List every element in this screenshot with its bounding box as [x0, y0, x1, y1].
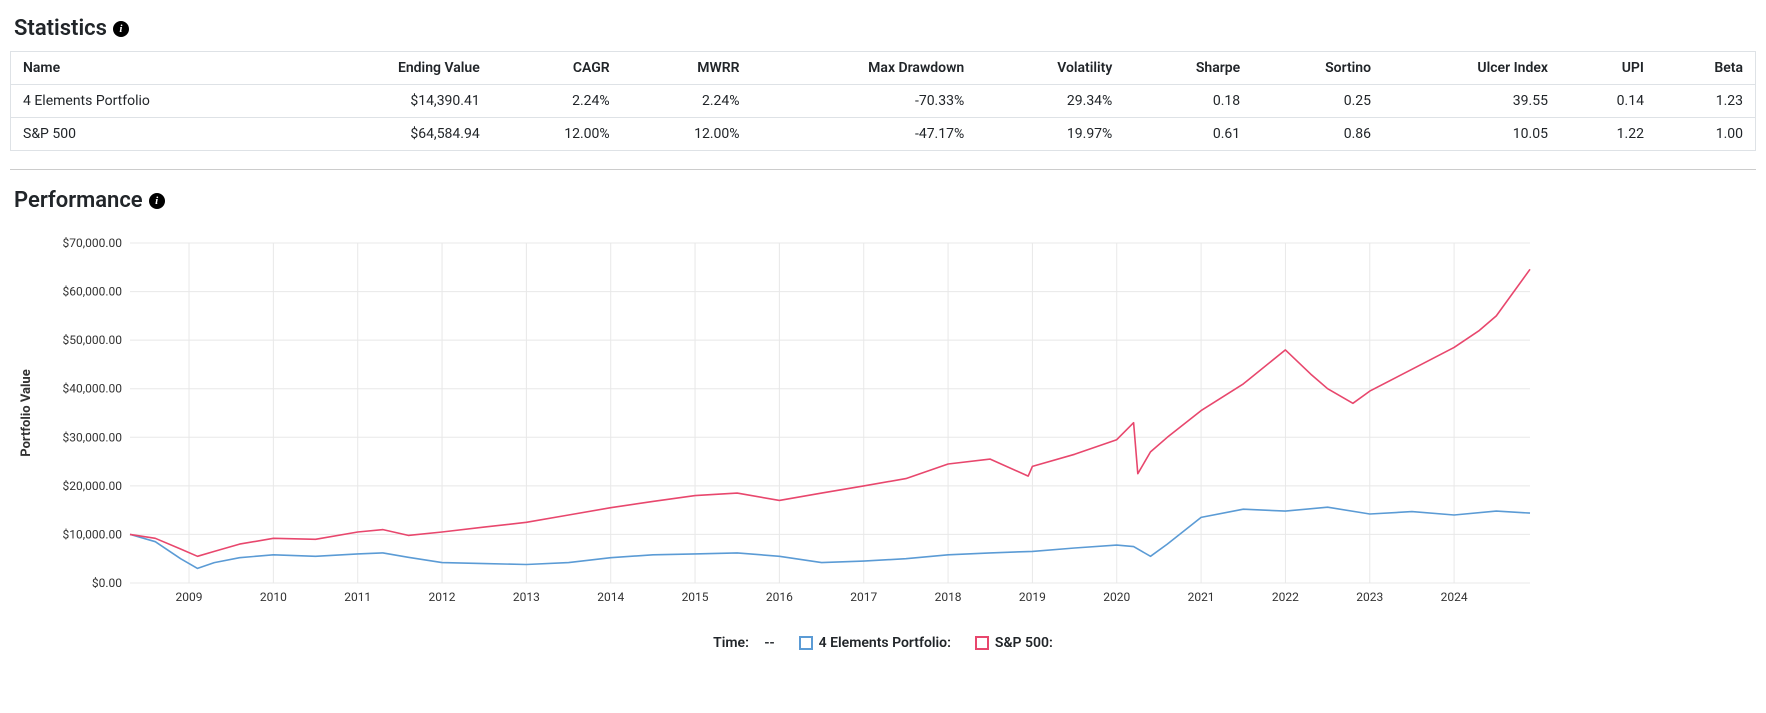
svg-text:$10,000.00: $10,000.00 — [63, 527, 123, 541]
cell-cagr: 12.00% — [492, 118, 622, 151]
svg-text:2023: 2023 — [1356, 590, 1383, 604]
cell-ulcer: 39.55 — [1383, 85, 1560, 118]
col-ulcer[interactable]: Ulcer Index — [1383, 52, 1560, 85]
cell-sortino: 0.86 — [1252, 118, 1383, 151]
svg-text:2014: 2014 — [597, 590, 624, 604]
cell-volatility: 19.97% — [976, 118, 1124, 151]
cell-cagr: 2.24% — [492, 85, 622, 118]
col-ending-value[interactable]: Ending Value — [294, 52, 492, 85]
cell-max_drawdown: -47.17% — [752, 118, 977, 151]
cell-beta: 1.23 — [1656, 85, 1756, 118]
svg-text:Portfolio Value: Portfolio Value — [19, 369, 34, 456]
performance-title: Performance i — [14, 188, 1752, 213]
info-icon[interactable]: i — [113, 21, 129, 37]
svg-text:2009: 2009 — [176, 590, 203, 604]
col-cagr[interactable]: CAGR — [492, 52, 622, 85]
legend-time: Time: -- — [713, 635, 775, 651]
col-max-drawdown[interactable]: Max Drawdown — [752, 52, 977, 85]
statistics-title: Statistics i — [14, 16, 1752, 41]
col-sharpe[interactable]: Sharpe — [1124, 52, 1252, 85]
svg-text:2013: 2013 — [513, 590, 540, 604]
performance-chart[interactable]: $0.00 $10,000.00 $20,000.00 $30,000.00 $40,0… — [10, 223, 1756, 627]
table-header-row: Name Ending Value CAGR MWRR Max Drawdown… — [11, 52, 1756, 85]
svg-text:2016: 2016 — [766, 590, 793, 604]
cell-sortino: 0.25 — [1252, 85, 1383, 118]
legend-series-1[interactable]: 4 Elements Portfolio: — [799, 635, 951, 651]
cell-volatility: 29.34% — [976, 85, 1124, 118]
svg-text:2024: 2024 — [1441, 590, 1468, 604]
swatch-series-1 — [799, 636, 813, 650]
cell-name: S&P 500 — [11, 118, 294, 151]
svg-text:$30,000.00: $30,000.00 — [63, 430, 123, 444]
cell-upi: 1.22 — [1560, 118, 1656, 151]
cell-sharpe: 0.61 — [1124, 118, 1252, 151]
cell-mwrr: 2.24% — [622, 85, 752, 118]
cell-max_drawdown: -70.33% — [752, 85, 977, 118]
svg-text:2018: 2018 — [935, 590, 962, 604]
cell-name: 4 Elements Portfolio — [11, 85, 294, 118]
swatch-series-2 — [975, 636, 989, 650]
svg-text:$0.00: $0.00 — [92, 576, 122, 590]
svg-text:$40,000.00: $40,000.00 — [63, 382, 123, 396]
cell-ulcer: 10.05 — [1383, 118, 1560, 151]
legend-series-2[interactable]: S&P 500: — [975, 635, 1053, 651]
cell-ending_value: $14,390.41 — [294, 85, 492, 118]
svg-text:2017: 2017 — [850, 590, 877, 604]
svg-text:$70,000.00: $70,000.00 — [63, 236, 123, 250]
svg-text:2022: 2022 — [1272, 590, 1299, 604]
svg-text:2019: 2019 — [1019, 590, 1046, 604]
svg-text:2021: 2021 — [1188, 590, 1215, 604]
col-volatility[interactable]: Volatility — [976, 52, 1124, 85]
statistics-title-text: Statistics — [14, 16, 107, 41]
col-mwrr[interactable]: MWRR — [622, 52, 752, 85]
cell-beta: 1.00 — [1656, 118, 1756, 151]
col-beta[interactable]: Beta — [1656, 52, 1756, 85]
svg-text:$50,000.00: $50,000.00 — [63, 333, 123, 347]
col-sortino[interactable]: Sortino — [1252, 52, 1383, 85]
cell-mwrr: 12.00% — [622, 118, 752, 151]
svg-text:2012: 2012 — [429, 590, 456, 604]
table-row: 4 Elements Portfolio$14,390.412.24%2.24%… — [11, 85, 1756, 118]
svg-text:2010: 2010 — [260, 590, 287, 604]
performance-title-text: Performance — [14, 188, 143, 213]
statistics-table: Name Ending Value CAGR MWRR Max Drawdown… — [10, 51, 1756, 151]
cell-sharpe: 0.18 — [1124, 85, 1252, 118]
cell-upi: 0.14 — [1560, 85, 1656, 118]
svg-text:$60,000.00: $60,000.00 — [63, 285, 123, 299]
cell-ending_value: $64,584.94 — [294, 118, 492, 151]
col-upi[interactable]: UPI — [1560, 52, 1656, 85]
svg-text:2020: 2020 — [1103, 590, 1130, 604]
col-name[interactable]: Name — [11, 52, 294, 85]
svg-text:2015: 2015 — [682, 590, 709, 604]
svg-text:$20,000.00: $20,000.00 — [63, 479, 123, 493]
section-divider — [10, 169, 1756, 170]
svg-text:2011: 2011 — [344, 590, 371, 604]
table-row: S&P 500$64,584.9412.00%12.00%-47.17%19.9… — [11, 118, 1756, 151]
chart-svg[interactable]: $0.00 $10,000.00 $20,000.00 $30,000.00 $40,0… — [10, 223, 1550, 623]
info-icon[interactable]: i — [149, 193, 165, 209]
chart-legend: Time: -- 4 Elements Portfolio: S&P 500: — [10, 635, 1756, 651]
